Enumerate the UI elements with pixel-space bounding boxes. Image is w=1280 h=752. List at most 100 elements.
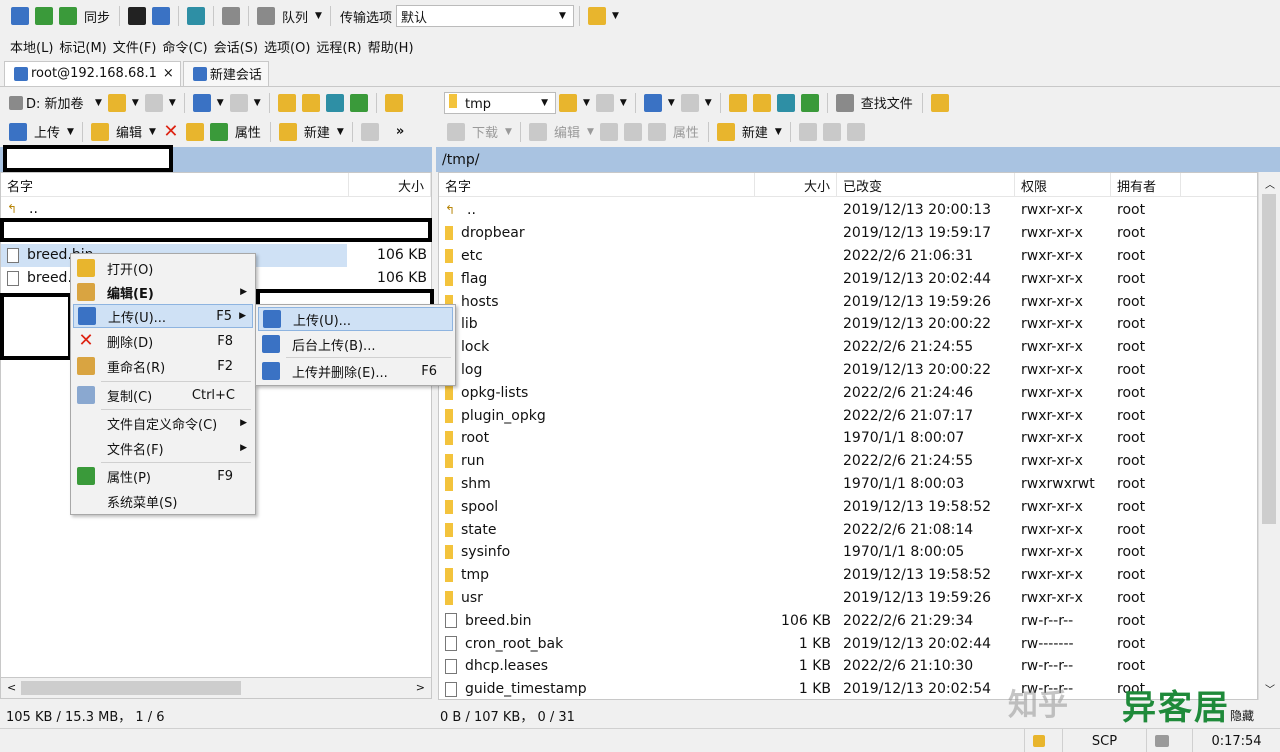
col-size[interactable]: 大小: [349, 173, 431, 197]
filter-icon[interactable]: [144, 93, 163, 112]
rename-icon[interactable]: [623, 122, 642, 141]
chevron-down-icon[interactable]: ▼: [95, 98, 102, 108]
table-row[interactable]: dhcp.leases 1 KB 2022/2/6 21:10:30 rw-r--r-…: [439, 655, 1257, 678]
download-button[interactable]: 下载: [472, 122, 498, 141]
table-row[interactable]: hosts 2019/12/13 19:59:26 rwxr-xr-x root: [439, 290, 1257, 313]
menu-local[interactable]: 本地(L): [10, 37, 53, 56]
chevron-up-icon[interactable]: ︿: [1265, 176, 1275, 191]
table-row[interactable]: log 2019/12/13 20:00:22 rwxr-xr-x root: [439, 359, 1257, 382]
submenu-item-background-upload[interactable]: 后台上传(B)...: [258, 332, 453, 356]
menu-item-open[interactable]: 打开(O): [73, 256, 253, 280]
queue-icon[interactable]: [257, 7, 276, 25]
properties-button[interactable]: 属性: [673, 122, 699, 141]
menu-session[interactable]: 会话(S): [214, 37, 258, 56]
table-row[interactable]: spool 2019/12/13 19:58:52 rwxr-xr-x root: [439, 495, 1257, 518]
delete-icon[interactable]: ✕: [162, 122, 180, 141]
table-row[interactable]: plugin_opkg 2022/2/6 21:07:17 rwxr-xr-x roo…: [439, 404, 1257, 427]
table-row[interactable]: usr 2019/12/13 19:59:26 rwxr-xr-x root: [439, 587, 1257, 610]
select-filter-icon[interactable]: [846, 122, 865, 141]
menu-item-upload[interactable]: 上传(U)... F5 ▶: [73, 304, 253, 328]
table-row[interactable]: run 2022/2/6 21:24:55 rwxr-xr-x root: [439, 450, 1257, 473]
col-permissions[interactable]: 权限: [1015, 173, 1111, 197]
menu-item-copy[interactable]: 复制(C) Ctrl+C: [73, 383, 253, 407]
chevron-down-icon[interactable]: ▼: [149, 127, 156, 137]
compare-dirs-icon[interactable]: [11, 7, 29, 25]
tree-icon[interactable]: [930, 93, 949, 112]
properties-icon[interactable]: [647, 122, 666, 141]
new-button[interactable]: 新建: [304, 122, 330, 141]
open-folder-icon[interactable]: [559, 93, 577, 112]
rename-icon[interactable]: [185, 122, 204, 141]
gear-icon[interactable]: [222, 7, 241, 25]
table-row[interactable]: ↰.. 2019/12/13 20:00:13 rwxr-xr-x root: [439, 199, 1257, 222]
root-dir-icon[interactable]: [752, 93, 771, 112]
submenu-item-upload[interactable]: 上传(U)...: [258, 307, 453, 331]
chevron-down-icon[interactable]: ▼: [583, 98, 590, 108]
menu-help[interactable]: 帮助(H): [368, 37, 414, 56]
back-arrow-icon[interactable]: [192, 93, 211, 112]
chevron-down-icon[interactable]: ▼: [67, 127, 74, 137]
plus-icon[interactable]: [798, 122, 817, 141]
col-name[interactable]: 名字: [439, 173, 755, 197]
submenu-item-upload-and-delete[interactable]: 上传并删除(E)... F6: [258, 359, 453, 383]
find-icon[interactable]: [835, 93, 854, 112]
local-horizontal-scrollbar[interactable]: < >: [0, 677, 432, 699]
menu-options[interactable]: 选项(O): [264, 37, 310, 56]
col-name[interactable]: 名字: [1, 173, 349, 197]
scroll-thumb[interactable]: [21, 681, 241, 695]
upload-button[interactable]: 上传: [34, 122, 60, 141]
chevron-down-icon[interactable]: ▼: [169, 98, 176, 108]
table-row[interactable]: etc 2022/2/6 21:06:31 rwxr-xr-x root: [439, 245, 1257, 268]
putty-icon[interactable]: [152, 7, 171, 25]
chevron-down-icon[interactable]: ▼: [337, 127, 344, 137]
table-row[interactable]: lib 2019/12/13 20:00:22 rwxr-xr-x root: [439, 313, 1257, 336]
globe-icon[interactable]: [587, 7, 606, 25]
table-row[interactable]: breed.bin 106 KB 2022/2/6 21:29:34 rw-r--r-…: [439, 609, 1257, 632]
chevron-down-icon[interactable]: ▼: [217, 98, 224, 108]
edit-icon[interactable]: [528, 122, 547, 141]
tree-icon[interactable]: [384, 93, 403, 112]
chevron-down-icon[interactable]: ﹀: [1265, 681, 1275, 696]
table-row[interactable]: cron_root_bak 1 KB 2019/12/13 20:02:44 rw--…: [439, 632, 1257, 655]
menu-item-edit[interactable]: 编辑(E) ▶: [73, 280, 253, 304]
drive-select[interactable]: D: 新加卷: [26, 93, 92, 112]
table-row[interactable]: sysinfo 1970/1/1 8:00:05 rwxr-xr-x root: [439, 541, 1257, 564]
remote-path-bar[interactable]: /tmp/: [436, 147, 1280, 172]
chevron-down-icon[interactable]: ▼: [775, 127, 782, 137]
hidden-files-status[interactable]: 隐藏: [1230, 704, 1254, 726]
download-icon[interactable]: [447, 122, 465, 141]
menu-item-custom-commands[interactable]: 文件自定义命令(C) ▶: [73, 411, 253, 435]
close-icon[interactable]: ×: [163, 66, 174, 81]
menu-item-delete[interactable]: ✕ 删除(D) F8: [73, 329, 253, 353]
minus-icon[interactable]: [822, 122, 841, 141]
find-files-button[interactable]: 查找文件: [861, 93, 913, 112]
forward-arrow-icon[interactable]: [680, 93, 699, 112]
forward-arrow-icon[interactable]: [229, 93, 248, 112]
col-size[interactable]: 大小: [755, 173, 837, 197]
plus-icon[interactable]: [360, 122, 379, 141]
chevron-down-icon[interactable]: ▼: [612, 11, 619, 21]
remote-folder-select[interactable]: tmp ▼: [444, 91, 556, 114]
chevron-down-icon[interactable]: ▼: [254, 98, 261, 108]
root-dir-icon[interactable]: [301, 93, 320, 112]
sync-browse-icon[interactable]: [35, 7, 53, 25]
table-row[interactable]: flag 2019/12/13 20:02:44 rwxr-xr-x root: [439, 267, 1257, 290]
chevron-down-icon[interactable]: ▼: [620, 98, 627, 108]
upload-icon[interactable]: [9, 122, 27, 141]
edit-button[interactable]: 编辑: [554, 122, 580, 141]
remote-vertical-scrollbar[interactable]: ︿ ﹀: [1258, 172, 1280, 700]
chevron-down-icon[interactable]: ▼: [505, 127, 512, 137]
chevron-down-icon[interactable]: ▼: [668, 98, 675, 108]
more-chevron-icon[interactable]: »: [396, 124, 404, 139]
remote-file-list[interactable]: 名字 大小 已改变 权限 拥有者 ↰.. 2019/12/13 20:00:13 r…: [438, 172, 1258, 700]
network-icon[interactable]: [187, 7, 206, 25]
table-row[interactable]: lock 2022/2/6 21:24:55 rwxr-xr-x root: [439, 336, 1257, 359]
back-arrow-icon[interactable]: [643, 93, 662, 112]
table-row[interactable]: root 1970/1/1 8:00:07 rwxr-xr-x root: [439, 427, 1257, 450]
properties-button[interactable]: 属性: [235, 122, 261, 141]
menu-commands[interactable]: 命令(C): [162, 37, 207, 56]
table-row[interactable]: state 2022/2/6 21:08:14 rwxr-xr-x root: [439, 518, 1257, 541]
chevron-down-icon[interactable]: ▼: [315, 11, 322, 21]
menu-item-system-menu[interactable]: 系统菜单(S): [73, 489, 253, 513]
chevron-down-icon[interactable]: ▼: [705, 98, 712, 108]
